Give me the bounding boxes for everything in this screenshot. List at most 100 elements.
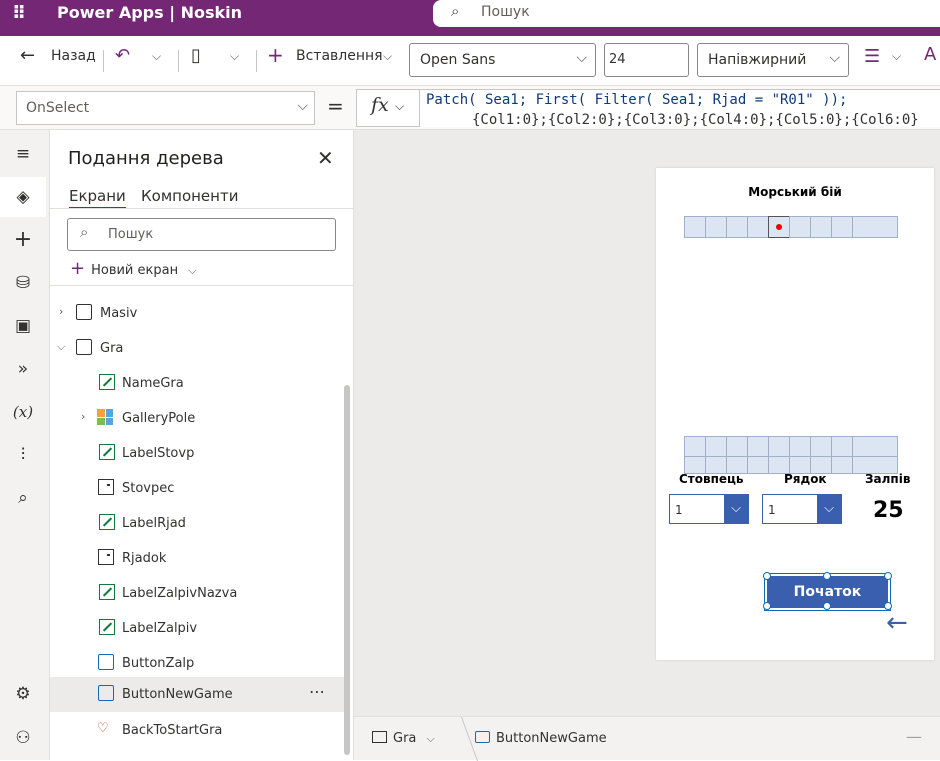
tree-item-buttonzalp[interactable]: ButtonZalp	[50, 646, 346, 681]
dropdown-icon	[98, 479, 114, 495]
tree-item-gallerypole[interactable]: › GalleryPole	[50, 401, 346, 436]
breadcrumb-control[interactable]: ButtonNewGame	[475, 731, 607, 746]
plus-icon[interactable]: +	[267, 43, 284, 67]
tab-components[interactable]: Компоненти	[141, 187, 238, 205]
tree-item-stovpec[interactable]: Stovpec	[50, 471, 346, 506]
grid-cell[interactable]	[852, 436, 898, 458]
gallery-icon	[97, 409, 113, 425]
row-label[interactable]: Рядок	[784, 472, 827, 486]
grid-cell[interactable]	[705, 436, 727, 458]
tree-item-masiv[interactable]: › Masiv	[50, 296, 346, 331]
font-family-select[interactable]: Open Sans ⌵	[409, 43, 596, 77]
paste-icon[interactable]: ▯	[191, 45, 201, 66]
tree-item-backtostartgra[interactable]: ♡ BackToStartGra	[50, 713, 346, 748]
settings-icon[interactable]: ⚙	[0, 674, 46, 714]
fx-button[interactable]: fx ⌵	[356, 89, 420, 127]
tree-item-label: LabelZalpivNazva	[122, 586, 238, 601]
hamburger-menu-icon[interactable]: ≡	[0, 134, 46, 174]
app-launcher-icon[interactable]: ⠿	[12, 3, 26, 24]
resize-handle[interactable]	[823, 572, 831, 580]
tab-screens[interactable]: Екрани	[69, 187, 126, 209]
undo-icon[interactable]: ↶	[115, 45, 130, 66]
insert-button[interactable]: Вставлення	[296, 48, 383, 64]
global-search[interactable]: ⌕ Пошук	[433, 0, 940, 27]
insert-chevron-icon[interactable]: ⌵	[383, 49, 392, 64]
insert-icon[interactable]: +	[0, 220, 46, 260]
column-label[interactable]: Стовпець	[679, 472, 744, 486]
resize-handle[interactable]	[823, 602, 831, 610]
design-canvas[interactable]: Морський бій Стовпець Рядок Залпів 1 ⌵ 1…	[354, 130, 940, 716]
advanced-tools-icon[interactable]: ⫶	[0, 435, 46, 475]
tree-item-rjadok[interactable]: Rjadok	[50, 541, 346, 576]
font-weight-select[interactable]: Напівжирний ⌵	[697, 43, 849, 77]
grid-cell[interactable]	[831, 456, 853, 474]
search-icon[interactable]: ⌕	[0, 478, 46, 518]
grid-cell[interactable]	[831, 436, 853, 458]
scrollbar[interactable]	[344, 385, 350, 755]
shots-label[interactable]: Залпів	[865, 472, 910, 486]
breadcrumb-screen[interactable]: Gra ⌵	[372, 731, 435, 746]
grid-cell[interactable]	[747, 456, 769, 474]
button-icon	[98, 685, 114, 701]
close-icon[interactable]: ✕	[317, 146, 334, 170]
chevron-down-icon[interactable]: ⌵	[57, 340, 65, 354]
data-icon[interactable]: ⛁	[0, 263, 46, 303]
grid-cell[interactable]	[684, 216, 706, 238]
grid-cell[interactable]	[768, 436, 790, 458]
formula-input[interactable]: Patch( Sea1; First( Filter( Sea1; Rjad =…	[420, 89, 940, 127]
grid-cell[interactable]	[726, 216, 748, 238]
variables-icon[interactable]: (𝑥)	[0, 392, 46, 432]
tree-item-namegra[interactable]: NameGra	[50, 366, 346, 401]
grid-cell-hit[interactable]	[768, 216, 790, 238]
property-select[interactable]: OnSelect ⌵	[16, 91, 315, 125]
grid-cell[interactable]	[747, 216, 769, 238]
grid-cell[interactable]	[747, 436, 769, 458]
tree-item-labelstovp[interactable]: LabelStovp	[50, 436, 346, 471]
grid-cell[interactable]	[810, 216, 832, 238]
align-chevron-icon[interactable]: ⌵	[892, 49, 901, 64]
undo-chevron-icon[interactable]: ⌵	[152, 49, 161, 64]
more-options-icon[interactable]: ⋯	[309, 682, 325, 701]
tree-item-buttonnewgame[interactable]: ButtonNewGame ⋯	[50, 677, 346, 712]
align-icon[interactable]: ☰	[864, 46, 880, 67]
grid-cell[interactable]	[789, 216, 811, 238]
chevron-right-icon[interactable]: ›	[59, 305, 63, 318]
gallery-top-row[interactable]	[684, 216, 898, 238]
tree-item-labelzalpiv[interactable]: LabelZalpiv	[50, 611, 346, 646]
grid-cell[interactable]	[726, 436, 748, 458]
tree-item-labelzalpivnazva[interactable]: LabelZalpivNazva	[50, 576, 346, 611]
grid-cell[interactable]	[705, 216, 727, 238]
shots-value[interactable]: 25	[873, 498, 904, 523]
tree-search-input[interactable]: ⌕ Пошук	[67, 218, 336, 251]
virtual-agent-icon[interactable]: ⚇	[0, 718, 46, 758]
new-screen-button[interactable]: + Новий екран ⌵	[70, 258, 197, 279]
tree-view-icon[interactable]: ◈	[0, 177, 46, 217]
row-dropdown[interactable]: 1 ⌵	[762, 494, 842, 524]
resize-handle[interactable]	[884, 572, 892, 580]
game-title[interactable]: Морський бій	[656, 185, 934, 199]
gallery-bottom-row[interactable]	[684, 436, 898, 458]
app-screen[interactable]: Морський бій Стовпець Рядок Залпів 1 ⌵ 1…	[656, 168, 934, 660]
back-button[interactable]: Назад	[51, 48, 96, 64]
paste-chevron-icon[interactable]: ⌵	[230, 49, 239, 64]
font-size-input[interactable]: 24	[604, 43, 689, 77]
font-color-icon[interactable]: A	[924, 44, 936, 65]
back-arrow-icon[interactable]: ←	[886, 608, 908, 638]
grid-cell[interactable]	[789, 436, 811, 458]
back-arrow-icon[interactable]: ←	[20, 45, 35, 66]
grid-cell[interactable]	[684, 436, 706, 458]
grid-cell[interactable]	[852, 216, 898, 238]
zoom-out-icon[interactable]: —	[906, 727, 922, 746]
column-dropdown[interactable]: 1 ⌵	[669, 494, 749, 524]
tree-item-label: Masiv	[100, 306, 138, 321]
tree-item-labelrjad[interactable]: LabelRjad	[50, 506, 346, 541]
chevron-right-icon[interactable]: ›	[81, 410, 85, 423]
resize-handle[interactable]	[763, 572, 771, 580]
resize-handle[interactable]	[763, 602, 771, 610]
label-icon	[99, 444, 115, 460]
tree-item-gra[interactable]: ⌵ Gra	[50, 331, 346, 366]
power-automate-icon[interactable]: »	[0, 349, 46, 389]
media-icon[interactable]: ▣	[0, 306, 46, 346]
grid-cell[interactable]	[831, 216, 853, 238]
grid-cell[interactable]	[810, 436, 832, 458]
